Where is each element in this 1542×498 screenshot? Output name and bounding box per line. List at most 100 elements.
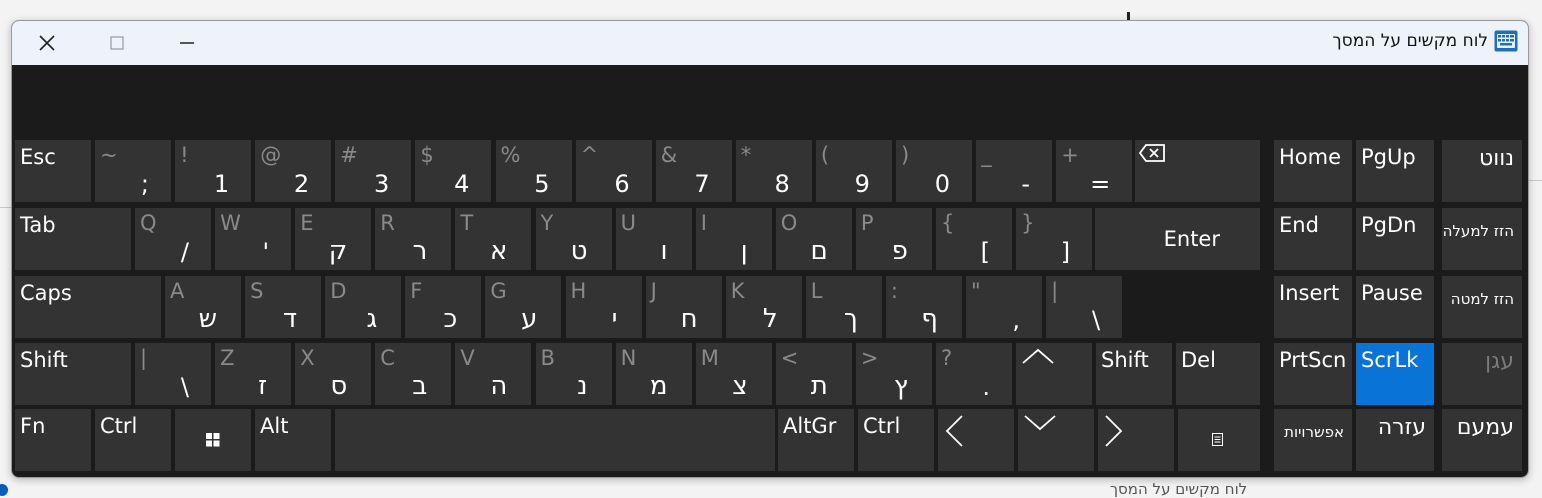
row4-key-11[interactable]: ?. [936,343,1012,405]
backspace-key[interactable] [1135,140,1260,202]
row3-key-10[interactable]: :ף [885,276,962,338]
row1-key-3[interactable]: @2 [255,140,332,202]
row2-key-1[interactable]: Q / [135,208,211,270]
move-down-key[interactable]: הזז למטה [1442,276,1522,338]
minimize-button[interactable] [152,21,222,65]
tab-key[interactable]: Tab [15,208,131,270]
row1-key-11[interactable]: ) 0 [896,140,972,202]
row2-key-8[interactable]: Iן [695,208,772,270]
main-char: 5 [534,170,550,198]
row3-key-7[interactable]: Jח [645,276,722,338]
row1-key-12[interactable]: _ - [976,140,1053,202]
arrow-up-key[interactable] [1016,343,1092,405]
ctrl-key[interactable]: Ctrl [95,409,171,471]
help-key[interactable]: עזרה [1356,409,1434,471]
row2-key-4[interactable]: Rר [375,208,452,270]
shift-char: { [941,211,955,235]
enter-key[interactable]: Enter [1095,208,1260,270]
row3-key-6[interactable]: Hי [565,276,642,338]
row3-key-5[interactable]: Gע [485,276,562,338]
shift-char: ! [180,143,189,167]
altgr-key[interactable]: AltGr [778,409,854,471]
shift-char: C [380,346,395,370]
row2-key-11[interactable]: {[ [936,208,1012,270]
shift-char: U [620,211,636,235]
shift-char: * [740,143,752,167]
maximize-button[interactable] [82,21,152,65]
close-button[interactable] [12,21,82,65]
nav-key[interactable]: נווט [1442,140,1522,202]
row2-key-10[interactable]: Pפ [855,208,932,270]
caps-key[interactable]: Caps [15,276,161,338]
row1-key-6[interactable]: % 5 [495,140,572,202]
row1-key-9[interactable]: * 8 [735,140,812,202]
row3-key-4[interactable]: Fכ [405,276,482,338]
row1-key-13[interactable]: + = [1056,140,1133,202]
pgup-key[interactable]: PgUp [1356,140,1434,202]
row3-key-12[interactable]: | \ [1046,276,1123,338]
row3-key-8[interactable]: Kל [725,276,802,338]
del-key[interactable]: Del [1176,343,1260,405]
esc-key[interactable]: Esc [15,140,91,202]
key-label: Tab [20,213,56,237]
row2-key-6[interactable]: Yט [535,208,612,270]
end-key[interactable]: End [1274,208,1352,270]
row1-key-4[interactable]: #3 [335,140,412,202]
row1-key-7[interactable]: ^ 6 [575,140,652,202]
windows-key[interactable] [175,409,251,471]
row3-key-2[interactable]: Sד [245,276,322,338]
prtscn-key[interactable]: PrtScn [1274,343,1352,405]
fade-key[interactable]: עמעם [1442,409,1522,471]
shift-char: N [620,346,637,370]
row4-key-4[interactable]: Cב [375,343,452,405]
row4-key-2[interactable]: Zז [215,343,292,405]
row2-key-12[interactable]: }] [1016,208,1093,270]
row2-key-7[interactable]: Uו [615,208,692,270]
space-key[interactable] [335,409,775,471]
row3-key-9[interactable]: Lך [805,276,882,338]
arrow-left-key[interactable] [938,409,1014,471]
arrow-right-key[interactable] [1098,409,1174,471]
shift-char: K [730,279,745,303]
shift-char: # [340,143,358,167]
row2-key-9[interactable]: Oם [775,208,852,270]
shift-char: Y [540,211,554,235]
row4-key-1[interactable]: | \ [135,343,211,405]
row1-key-1[interactable]: ~; [95,140,171,202]
pause-key[interactable]: Pause [1356,276,1434,338]
row1-key-2[interactable]: ! 1 [175,140,252,202]
row1-key-10[interactable]: (9 [815,140,892,202]
move-up-key[interactable]: הזז למעלה [1442,208,1522,270]
dock-key[interactable]: עגן [1442,343,1522,405]
main-char: , [1012,306,1020,334]
home-key[interactable]: Home [1274,140,1352,202]
row1-key-5[interactable]: $4 [415,140,492,202]
row4-key-7[interactable]: Nמ [615,343,692,405]
key-label: נווט [1478,146,1514,171]
row3-key-11[interactable]: ", [966,276,1042,338]
key-label: Caps [20,281,72,305]
row3-key-1[interactable]: Aש [165,276,241,338]
row2-key-2[interactable]: W ' [215,208,292,270]
options-key[interactable]: אפשרויות [1274,409,1352,471]
row4-key-9[interactable]: < ת [775,343,852,405]
left-shift-key[interactable]: Shift [15,343,131,405]
row2-key-3[interactable]: Eק [295,208,372,270]
row2-key-5[interactable]: Tא [455,208,532,270]
row4-key-5[interactable]: Vה [455,343,532,405]
row4-key-6[interactable]: Bנ [535,343,612,405]
arrow-down-key[interactable] [1018,409,1094,471]
insert-key[interactable]: Insert [1274,276,1352,338]
scrlk-key[interactable]: ScrLk [1356,343,1434,405]
fn-key[interactable]: Fn [15,409,91,471]
row1-key-8[interactable]: & 7 [655,140,732,202]
pgdn-key[interactable]: PgDn [1356,208,1434,270]
right-shift-key[interactable]: Shift [1096,343,1172,405]
row4-key-8[interactable]: Mצ [695,343,772,405]
alt-key[interactable]: Alt [255,409,331,471]
context-menu-key[interactable] [1178,409,1260,471]
row4-key-10[interactable]: > ץ [855,343,932,405]
row4-key-3[interactable]: Xס [295,343,372,405]
row3-key-3[interactable]: Dג [325,276,402,338]
right-ctrl-key[interactable]: Ctrl [858,409,934,471]
